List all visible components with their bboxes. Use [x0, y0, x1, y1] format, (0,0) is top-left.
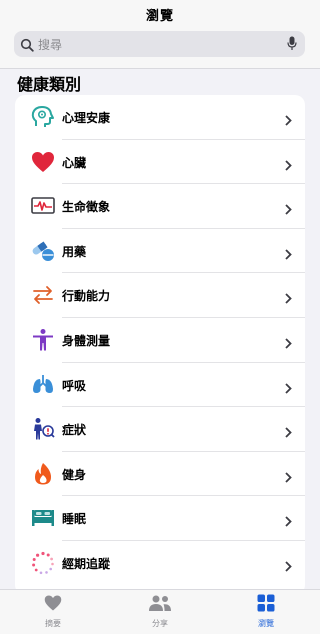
grid-icon [226, 594, 306, 616]
category-row-symptoms[interactable]: 症狀 [15, 407, 305, 452]
page-title: 瀏覽 [145, 9, 174, 24]
section-title: 健康類別 [17, 75, 82, 94]
people-icon [120, 594, 200, 616]
search-icon [20, 37, 34, 56]
chevron-right-icon [285, 557, 292, 576]
chevron-right-icon [285, 512, 292, 531]
tab-browse[interactable]: 瀏覽 [226, 594, 306, 629]
tab-bar: 摘要 分享 瀏覽 [0, 589, 320, 634]
category-list: 心理安康 心臟 生命徵象 用藥 行動能力 身體測量 呼吸 症狀 健身 睡眠 經期… [15, 95, 305, 595]
category-row-respiratory[interactable]: 呼吸 [15, 363, 305, 408]
tab-label: 瀏覽 [258, 619, 274, 628]
tab-sharing[interactable]: 分享 [120, 594, 200, 629]
chevron-right-icon [285, 289, 292, 308]
category-row-mobility[interactable]: 行動能力 [15, 273, 305, 318]
search-field[interactable]: 搜尋 [14, 31, 305, 57]
mind-icon [30, 105, 56, 129]
category-row-vitals[interactable]: 生命徵象 [15, 184, 305, 229]
chevron-right-icon [285, 111, 292, 130]
cycle-icon [30, 551, 56, 575]
category-row-cycle-tracking[interactable]: 經期追蹤 [15, 541, 305, 586]
chevron-right-icon [285, 200, 292, 219]
tab-label: 摘要 [45, 619, 61, 628]
category-row-body-measurements[interactable]: 身體測量 [15, 318, 305, 363]
microphone-icon[interactable] [287, 36, 297, 55]
category-row-mental-wellbeing[interactable]: 心理安康 [15, 95, 305, 140]
chevron-right-icon [285, 245, 292, 264]
mobility-icon [30, 283, 56, 307]
category-label: 經期追蹤 [62, 556, 111, 571]
category-label: 呼吸 [62, 378, 87, 393]
flame-icon [30, 462, 56, 486]
chevron-right-icon [285, 423, 292, 442]
category-label: 心理安康 [62, 111, 111, 125]
pills-icon [30, 239, 56, 263]
tab-label: 分享 [152, 619, 168, 628]
search-input[interactable]: 搜尋 [38, 36, 62, 53]
category-row-activity[interactable]: 健身 [15, 452, 305, 497]
category-row-heart[interactable]: 心臟 [15, 140, 305, 185]
lungs-icon [30, 373, 56, 397]
category-label: 健身 [62, 467, 87, 482]
category-label: 生命徵象 [62, 200, 111, 215]
chevron-right-icon [285, 379, 292, 398]
heart-icon [13, 594, 93, 616]
body-icon [30, 328, 56, 352]
category-label: 症狀 [62, 423, 87, 438]
category-row-sleep[interactable]: 睡眠 [15, 496, 305, 541]
vitals-icon [30, 194, 56, 218]
category-label: 心臟 [62, 155, 87, 170]
category-label: 身體測量 [62, 333, 111, 348]
top-bar: 瀏覽 搜尋 [0, 0, 320, 69]
tab-summary[interactable]: 摘要 [13, 594, 93, 629]
category-label: 用藥 [62, 244, 87, 259]
category-row-medications[interactable]: 用藥 [15, 229, 305, 274]
bed-icon [30, 506, 56, 530]
chevron-right-icon [285, 334, 292, 353]
chevron-right-icon [285, 156, 292, 175]
category-label: 行動能力 [62, 289, 111, 304]
symptoms-icon [30, 417, 56, 441]
heart-icon [30, 150, 56, 174]
category-label: 睡眠 [62, 512, 87, 527]
chevron-right-icon [285, 468, 292, 487]
